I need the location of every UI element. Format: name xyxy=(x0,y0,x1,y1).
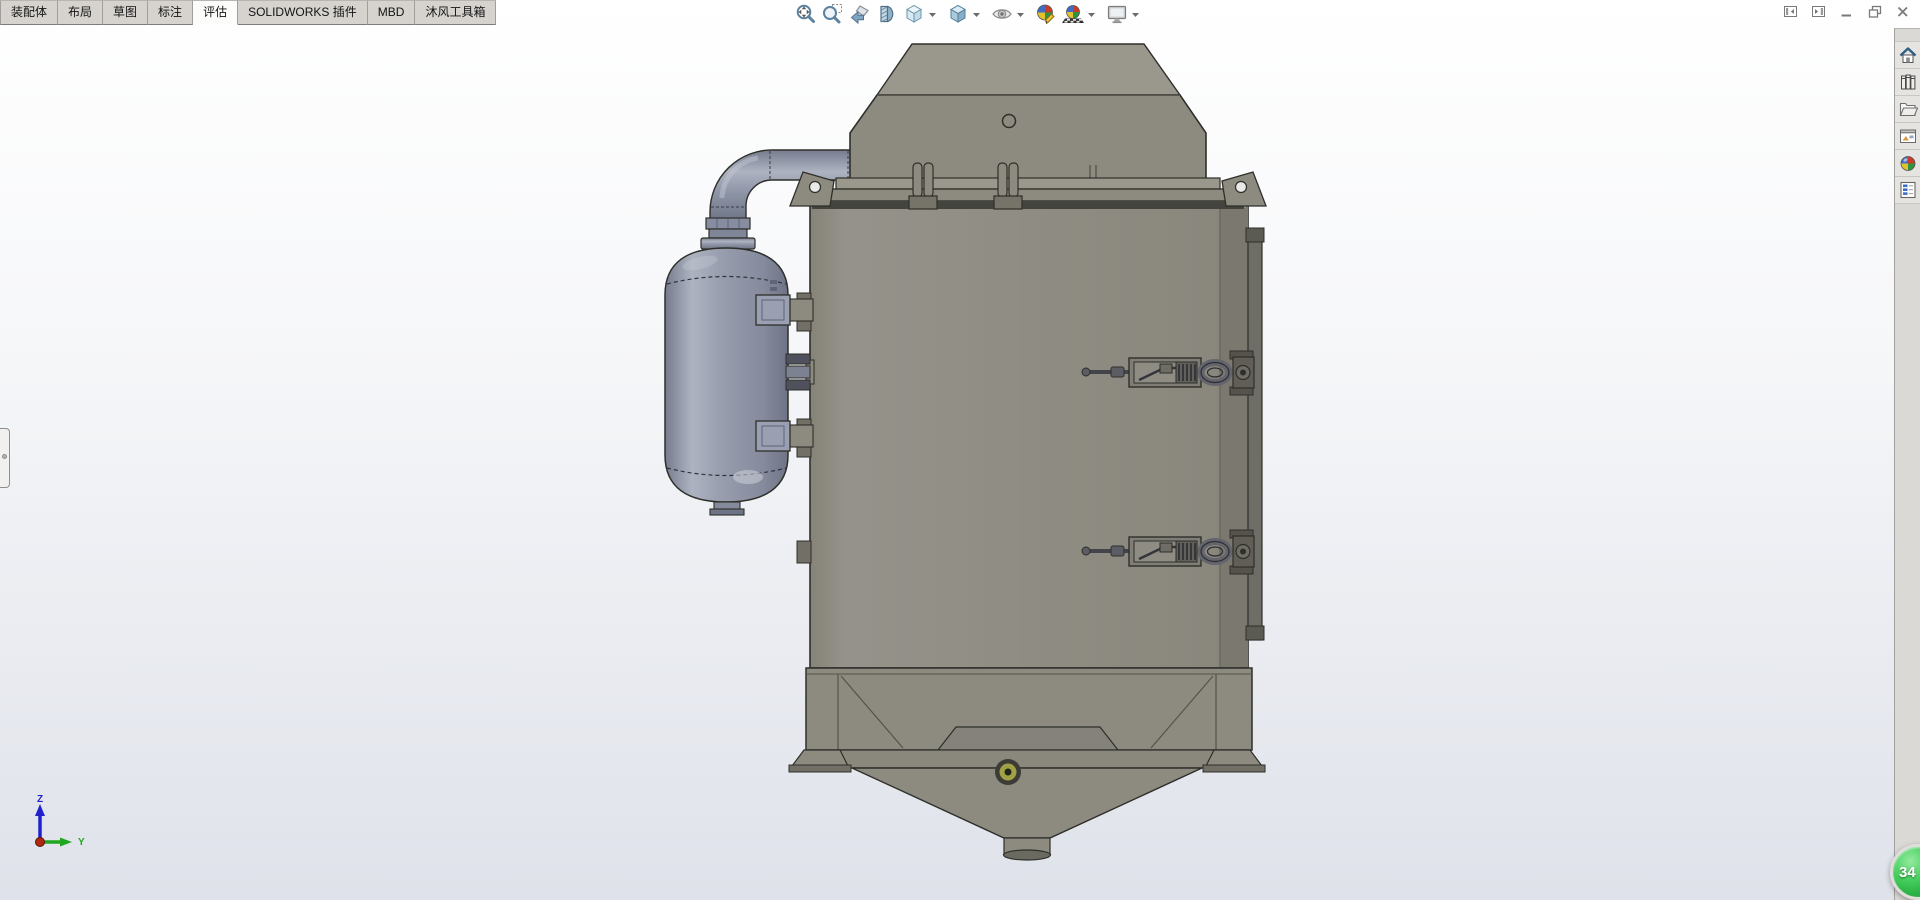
close-icon xyxy=(1897,6,1908,17)
tab-mufeng-toolbox[interactable]: 沐风工具箱 xyxy=(415,0,497,25)
badge-count: 34 xyxy=(1899,863,1916,881)
tab-solidworks-addins[interactable]: SOLIDWORKS 插件 xyxy=(238,0,368,25)
chevron-down-icon xyxy=(1131,12,1139,17)
hide-show-items-icon xyxy=(991,8,1012,19)
view-palette-icon xyxy=(1899,129,1916,143)
featuremanager-collapsed-tab[interactable] xyxy=(0,428,10,488)
heads-up-view-toolbar xyxy=(792,0,1140,27)
z-axis-arrow xyxy=(35,804,45,816)
orientation-triad: Z Y xyxy=(35,794,85,848)
model-dust-collector-assembly[interactable] xyxy=(0,0,1894,900)
zoom-to-fit-button[interactable] xyxy=(792,1,819,27)
collapse-pane-left-button[interactable] xyxy=(1782,3,1799,21)
hide-show-items-dropdown[interactable] xyxy=(1015,1,1025,27)
chevron-down-icon xyxy=(972,12,980,17)
view-settings-dropdown[interactable] xyxy=(1130,1,1140,27)
section-view-icon xyxy=(879,5,893,22)
tab-evaluate[interactable]: 评估 xyxy=(193,0,239,25)
edit-appearance-button[interactable] xyxy=(1032,1,1059,27)
y-axis-label: Y xyxy=(78,837,85,848)
task-pane-design-library-button[interactable] xyxy=(1895,69,1920,96)
buffer-tank[interactable] xyxy=(664,217,815,516)
view-settings-icon xyxy=(1107,5,1126,23)
y-axis-arrow xyxy=(60,837,72,847)
collapse-pane-left-icon xyxy=(1783,6,1797,17)
exhaust-hood[interactable] xyxy=(849,43,1207,182)
appearances-scenes-icon xyxy=(1900,156,1915,171)
tab-mbd[interactable]: MBD xyxy=(367,0,416,25)
file-explorer-icon xyxy=(1899,102,1918,117)
edit-appearance-icon xyxy=(1036,4,1055,24)
view-settings-button[interactable] xyxy=(1103,1,1130,27)
tab-annotate[interactable]: 标注 xyxy=(148,0,194,25)
zoom-to-area-icon xyxy=(822,3,842,23)
display-style-button[interactable] xyxy=(944,1,971,27)
tab-sketch[interactable]: 草图 xyxy=(103,0,149,25)
zoom-to-area-button[interactable] xyxy=(819,1,846,27)
previous-view-button[interactable] xyxy=(846,1,873,27)
chevron-down-icon xyxy=(928,12,936,17)
apply-scene-dropdown[interactable] xyxy=(1086,1,1096,27)
door-edge-frame[interactable] xyxy=(1245,227,1265,641)
task-pane xyxy=(1894,28,1920,900)
command-manager-tab-bar: 装配体 布局 草图 标注 评估 SOLIDWORKS 插件 MBD 沐风工具箱 xyxy=(0,0,497,25)
collapse-pane-right-button[interactable] xyxy=(1810,3,1827,21)
restore-icon xyxy=(1868,5,1881,18)
zoom-to-fit-icon xyxy=(796,4,815,23)
hide-show-items-button[interactable] xyxy=(988,1,1015,27)
window-controls xyxy=(1782,3,1911,21)
graphics-viewport[interactable]: Z Y 34 xyxy=(0,0,1920,900)
section-view-button[interactable] xyxy=(873,1,900,27)
home-icon xyxy=(1899,47,1916,63)
task-pane-custom-properties-button[interactable] xyxy=(1895,177,1920,204)
main-cabinet[interactable] xyxy=(796,204,1249,669)
support-base[interactable] xyxy=(788,667,1266,773)
view-orientation-dropdown[interactable] xyxy=(927,1,937,27)
custom-properties-icon xyxy=(1899,181,1916,199)
tab-assembly[interactable]: 装配体 xyxy=(0,0,59,25)
chevron-down-icon xyxy=(1016,12,1024,17)
apply-scene-icon xyxy=(1061,4,1084,23)
task-pane-appearances-button[interactable] xyxy=(1895,150,1920,177)
chevron-down-icon xyxy=(1087,12,1095,17)
task-pane-view-palette-button[interactable] xyxy=(1895,123,1920,150)
task-pane-home-button[interactable] xyxy=(1895,41,1920,69)
x-axis-origin-dot xyxy=(35,837,45,847)
apply-scene-button[interactable] xyxy=(1059,1,1086,27)
view-orientation-icon xyxy=(905,4,922,23)
design-library-icon xyxy=(1900,74,1915,90)
display-style-dropdown[interactable] xyxy=(971,1,981,27)
outlet-pipe xyxy=(1002,837,1052,861)
hopper-port xyxy=(995,759,1021,785)
discharge-hopper[interactable] xyxy=(851,759,1203,861)
display-style-icon xyxy=(949,4,966,23)
z-axis-label: Z xyxy=(37,794,43,805)
tab-layout[interactable]: 布局 xyxy=(58,0,104,25)
view-orientation-button[interactable] xyxy=(900,1,927,27)
previous-view-icon xyxy=(850,4,869,24)
minimize-button[interactable] xyxy=(1838,3,1855,21)
collapse-pane-right-icon xyxy=(1811,6,1825,17)
restore-button[interactable] xyxy=(1866,3,1883,21)
task-pane-file-explorer-button[interactable] xyxy=(1895,96,1920,123)
close-button[interactable] xyxy=(1894,3,1911,21)
minimize-icon xyxy=(1841,14,1851,17)
